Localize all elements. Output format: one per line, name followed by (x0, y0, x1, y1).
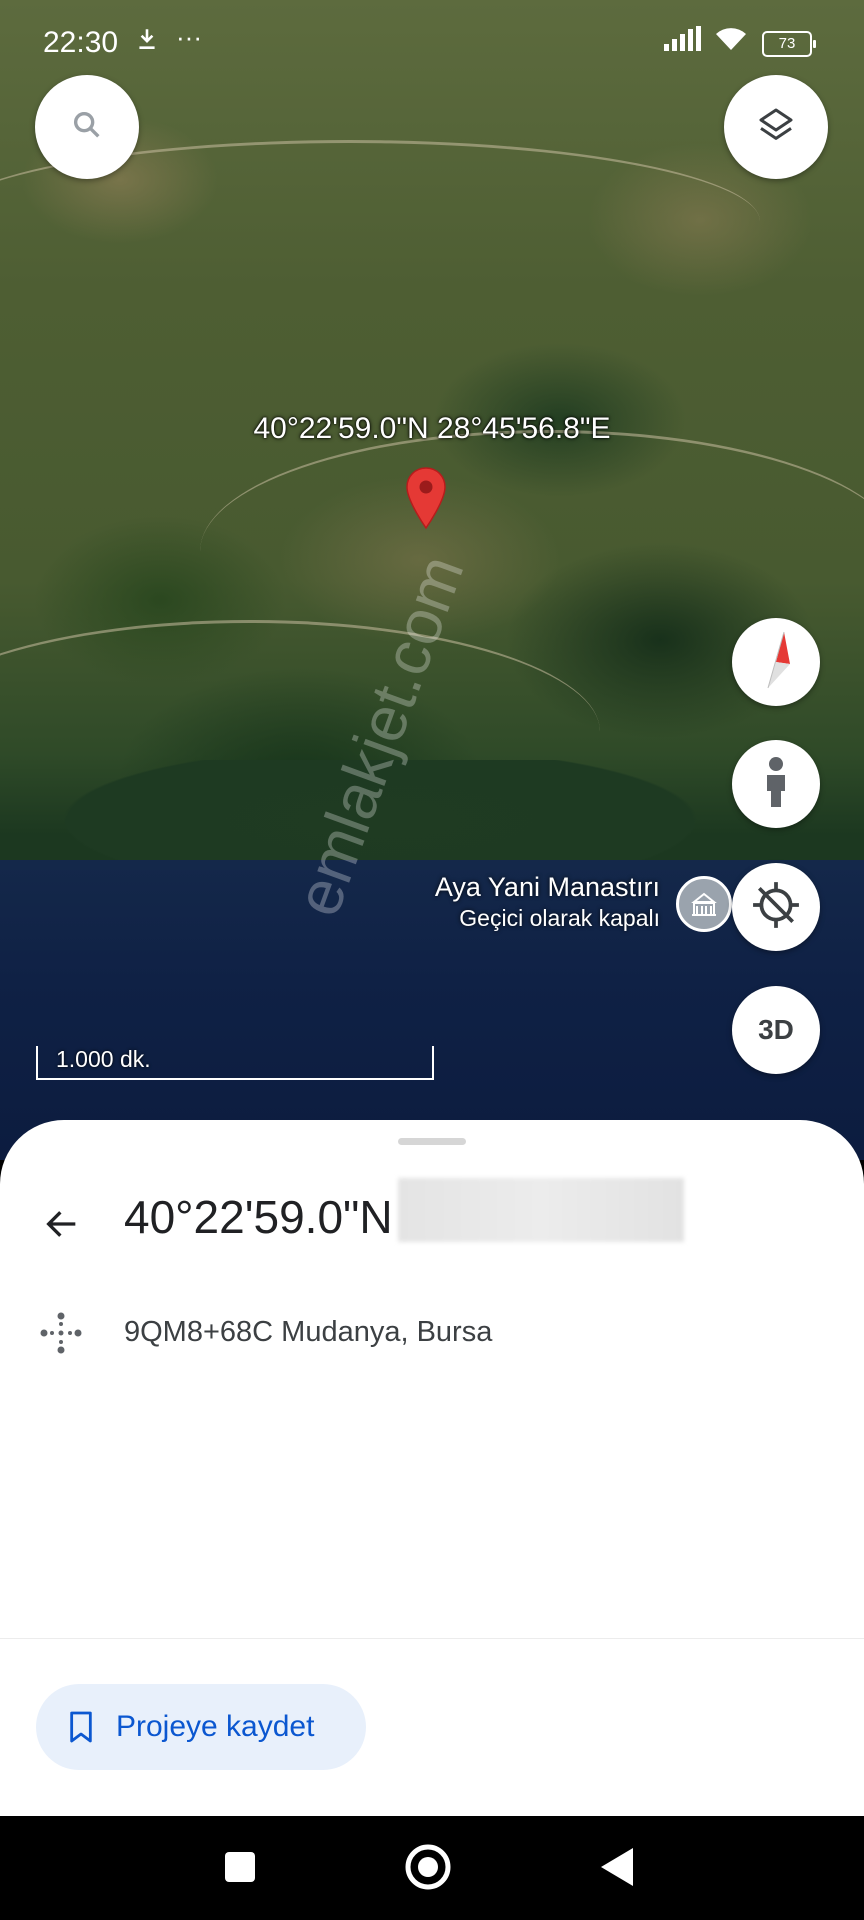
pin-coordinates-label: 40°22'59.0"N 28°45'56.8"E (253, 412, 611, 445)
satellite-map[interactable]: emlakjet.com 22:30 ··· 73 40°22'59.0"N 2… (0, 0, 864, 1160)
plus-code-icon (38, 1310, 84, 1356)
recents-button[interactable] (213, 1842, 267, 1896)
signal-icon (662, 26, 702, 59)
triangle-back-icon (597, 1846, 637, 1893)
layers-icon (756, 105, 796, 150)
bookmark-icon (64, 1710, 98, 1744)
circle-icon (403, 1842, 453, 1897)
home-button[interactable] (401, 1842, 455, 1896)
scale-label: 1.000 dk. (56, 1046, 151, 1072)
3d-label: 3D (758, 1014, 794, 1045)
download-icon (134, 26, 160, 59)
system-navigation-bar (0, 1816, 864, 1920)
compass-button[interactable] (732, 618, 820, 706)
clock: 22:30 (43, 26, 119, 59)
back-nav-button[interactable] (590, 1842, 644, 1896)
search-button[interactable] (35, 75, 139, 179)
place-title: 40°22'59.0"N (124, 1191, 393, 1243)
landmark-icon[interactable] (676, 876, 732, 932)
compass-icon (754, 628, 798, 697)
3d-button[interactable]: 3D (732, 986, 820, 1074)
street-view-button[interactable] (732, 740, 820, 828)
back-button[interactable] (36, 1200, 88, 1252)
arrow-left-icon (42, 1204, 82, 1249)
poi-name: Aya Yani Manastırı (434, 872, 660, 902)
save-to-project-label: Projeye kaydet (116, 1710, 315, 1743)
location-pin-icon[interactable] (405, 466, 447, 535)
status-bar: 22:30 ··· 73 (0, 0, 864, 86)
battery-icon: 73 (762, 31, 816, 57)
redacted-area (398, 1178, 684, 1242)
plus-code-text[interactable]: 9QM8+68C Mudanya, Bursa (124, 1316, 492, 1349)
divider (0, 1638, 864, 1639)
poi-status: Geçici olarak kapalı (459, 905, 660, 931)
search-icon (70, 108, 104, 147)
sheet-drag-handle[interactable] (398, 1138, 466, 1145)
save-to-project-button[interactable]: Projeye kaydet (36, 1684, 366, 1770)
poi-label[interactable]: Aya Yani Manastırı Geçici olarak kapalı (380, 872, 660, 932)
more-icon: ··· (176, 22, 202, 52)
wifi-icon (714, 26, 748, 59)
place-details-sheet[interactable]: 40°22'59.0"N 9QM8+68C Mudanya, Bursa Pro… (0, 1120, 864, 1816)
layers-button[interactable] (724, 75, 828, 179)
my-location-button[interactable] (732, 863, 820, 951)
map-scale-bar: 1.000 dk. (36, 1046, 434, 1080)
street-view-icon (761, 755, 791, 814)
location-off-icon (751, 880, 801, 935)
square-icon (223, 1850, 257, 1889)
